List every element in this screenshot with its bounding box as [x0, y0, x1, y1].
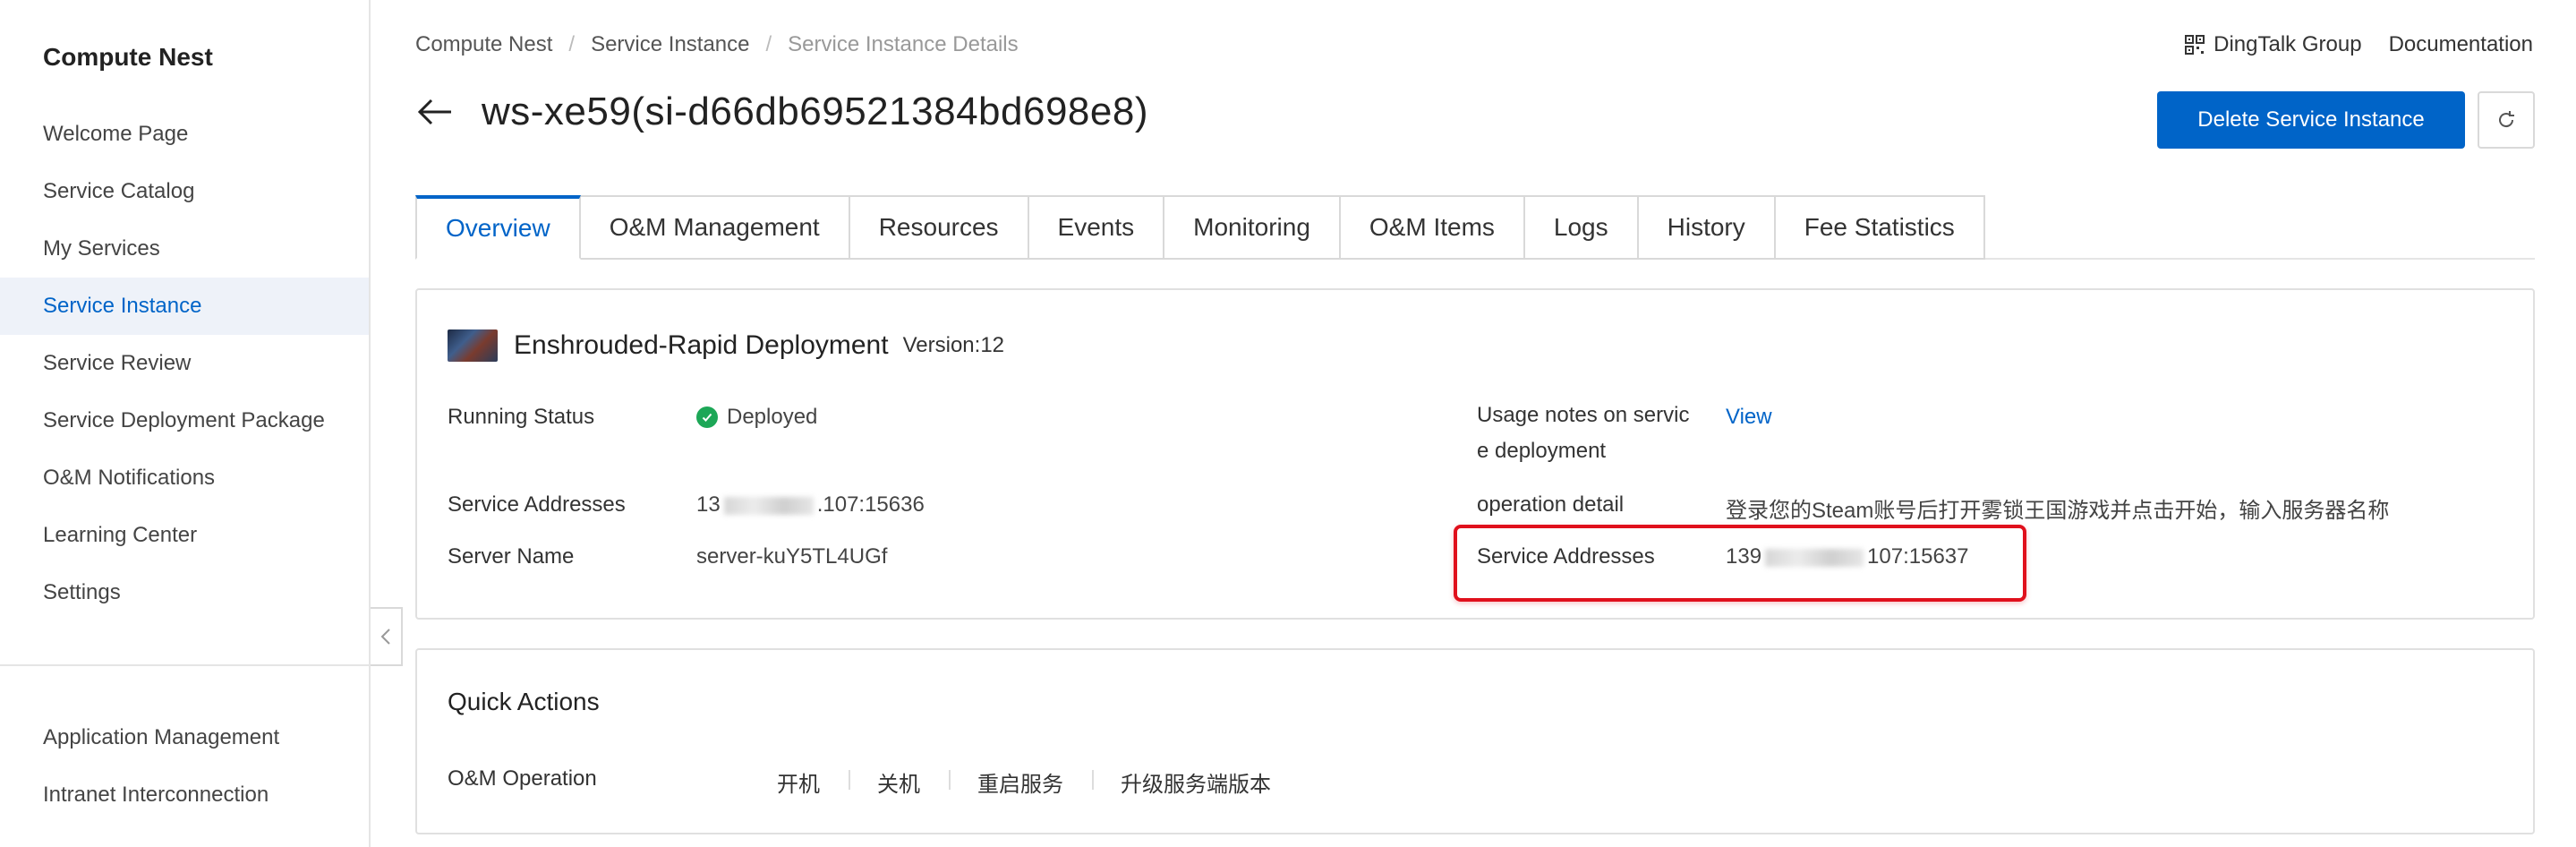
breadcrumb-separator: /: [568, 32, 576, 56]
tab-logs[interactable]: Logs: [1524, 195, 1639, 260]
tab-events[interactable]: Events: [1028, 195, 1165, 260]
upgrade-server-version-action[interactable]: 升级服务端版本: [1092, 766, 1300, 798]
service-addresses-suffix: .107:15636: [816, 492, 925, 517]
sidebar-divider: [0, 664, 369, 666]
tab-monitoring[interactable]: Monitoring: [1164, 195, 1341, 260]
dingtalk-group-label: DingTalk Group: [2213, 32, 2362, 56]
documentation-link[interactable]: Documentation: [2389, 32, 2533, 57]
service-header: Enshrouded-Rapid Deployment Version:12: [448, 329, 1004, 362]
dingtalk-group-link[interactable]: DingTalk Group: [2185, 32, 2362, 57]
usage-notes-label-line1: Usage notes on servic: [1477, 403, 1690, 427]
breadcrumb-compute-nest[interactable]: Compute Nest: [415, 32, 552, 57]
check-circle-icon: [696, 406, 718, 428]
service-addresses-prefix: 13: [696, 492, 721, 517]
title-row: ws-xe59(si-d66db69521384bd698e8): [415, 90, 1148, 134]
operation-detail-label: operation detail: [1477, 492, 1625, 517]
tab-resources[interactable]: Resources: [849, 195, 1029, 260]
server-name-value: server-kuY5TL4UGf: [696, 544, 888, 569]
usage-notes-label: Usage notes on servic e deployment: [1477, 398, 1689, 469]
tab-om-items[interactable]: O&M Items: [1340, 195, 1525, 260]
quick-actions-title: Quick Actions: [448, 688, 600, 715]
sidebar-item-my-services[interactable]: My Services: [0, 220, 369, 278]
sidebar: Compute Nest Welcome Page Service Catalo…: [0, 0, 371, 847]
breadcrumb-separator: /: [765, 32, 772, 56]
service-logo: [448, 329, 498, 362]
restart-service-action[interactable]: 重启服务: [949, 766, 1092, 798]
usage-notes-label-line2: e deployment: [1477, 439, 1607, 463]
om-operation-label: O&M Operation: [448, 766, 597, 791]
redacted-ip: [723, 496, 814, 515]
running-status-label: Running Status: [448, 405, 595, 429]
refresh-button[interactable]: [2478, 91, 2535, 149]
sidebar-item-service-instance[interactable]: Service Instance: [0, 278, 369, 335]
sidebar-title: Compute Nest: [43, 43, 213, 71]
quick-actions-list: 开机 关机 重启服务 升级服务端版本: [748, 766, 1300, 798]
tab-history[interactable]: History: [1638, 195, 1776, 260]
sidebar-item-intranet-interconnection[interactable]: Intranet Interconnection: [0, 766, 369, 824]
arrow-left-icon: [417, 98, 451, 125]
breadcrumb-service-instance[interactable]: Service Instance: [591, 32, 749, 57]
sidebar-item-service-review[interactable]: Service Review: [0, 335, 369, 392]
top-links: DingTalk Group Documentation: [2185, 32, 2533, 57]
service-version: Version:12: [902, 333, 1005, 357]
delete-service-instance-button[interactable]: Delete Service Instance: [2157, 91, 2465, 149]
sidebar-item-settings[interactable]: Settings: [0, 564, 369, 621]
sidebar-item-om-notifications[interactable]: O&M Notifications: [0, 449, 369, 507]
running-status-text: Deployed: [727, 405, 818, 429]
sidebar-item-application-management[interactable]: Application Management: [0, 709, 369, 766]
service-name: Enshrouded-Rapid Deployment: [514, 330, 889, 360]
chevron-left-icon: [380, 629, 390, 645]
sidebar-collapse-button[interactable]: [371, 607, 403, 666]
service-addresses-value: 13 .107:15636: [696, 492, 925, 518]
tab-fee-statistics[interactable]: Fee Statistics: [1775, 195, 1985, 260]
tab-overview[interactable]: Overview: [415, 195, 581, 260]
qrcode-icon: [2185, 35, 2205, 55]
sidebar-item-service-deployment-package[interactable]: Service Deployment Package: [0, 392, 369, 449]
power-on-action[interactable]: 开机: [748, 766, 849, 798]
page-title: ws-xe59(si-d66db69521384bd698e8): [482, 90, 1148, 133]
tab-bar: Overview O&M Management Resources Events…: [415, 195, 1985, 260]
back-button[interactable]: [415, 92, 455, 132]
refresh-icon: [2499, 111, 2514, 128]
sidebar-item-service-catalog[interactable]: Service Catalog: [0, 163, 369, 220]
breadcrumb-current: Service Instance Details: [788, 32, 1019, 56]
service-addresses-label: Service Addresses: [448, 492, 626, 517]
server-name-label: Server Name: [448, 544, 575, 569]
running-status-value: Deployed: [696, 405, 817, 430]
breadcrumb: Compute Nest / Service Instance / Servic…: [415, 32, 1019, 57]
tab-om-management[interactable]: O&M Management: [580, 195, 850, 260]
power-off-action[interactable]: 关机: [849, 766, 949, 798]
quick-actions-card: Quick Actions O&M Operation 开机 关机 重启服务 升…: [415, 648, 2535, 834]
highlight-box: [1454, 525, 2026, 602]
usage-notes-view-link[interactable]: View: [1726, 405, 1772, 430]
sidebar-item-welcome-page[interactable]: Welcome Page: [0, 106, 369, 163]
sidebar-item-learning-center[interactable]: Learning Center: [0, 507, 369, 564]
operation-detail-value: 登录您的Steam账号后打开雾锁王国游戏并点击开始，输入服务器名称: [1726, 499, 2390, 523]
